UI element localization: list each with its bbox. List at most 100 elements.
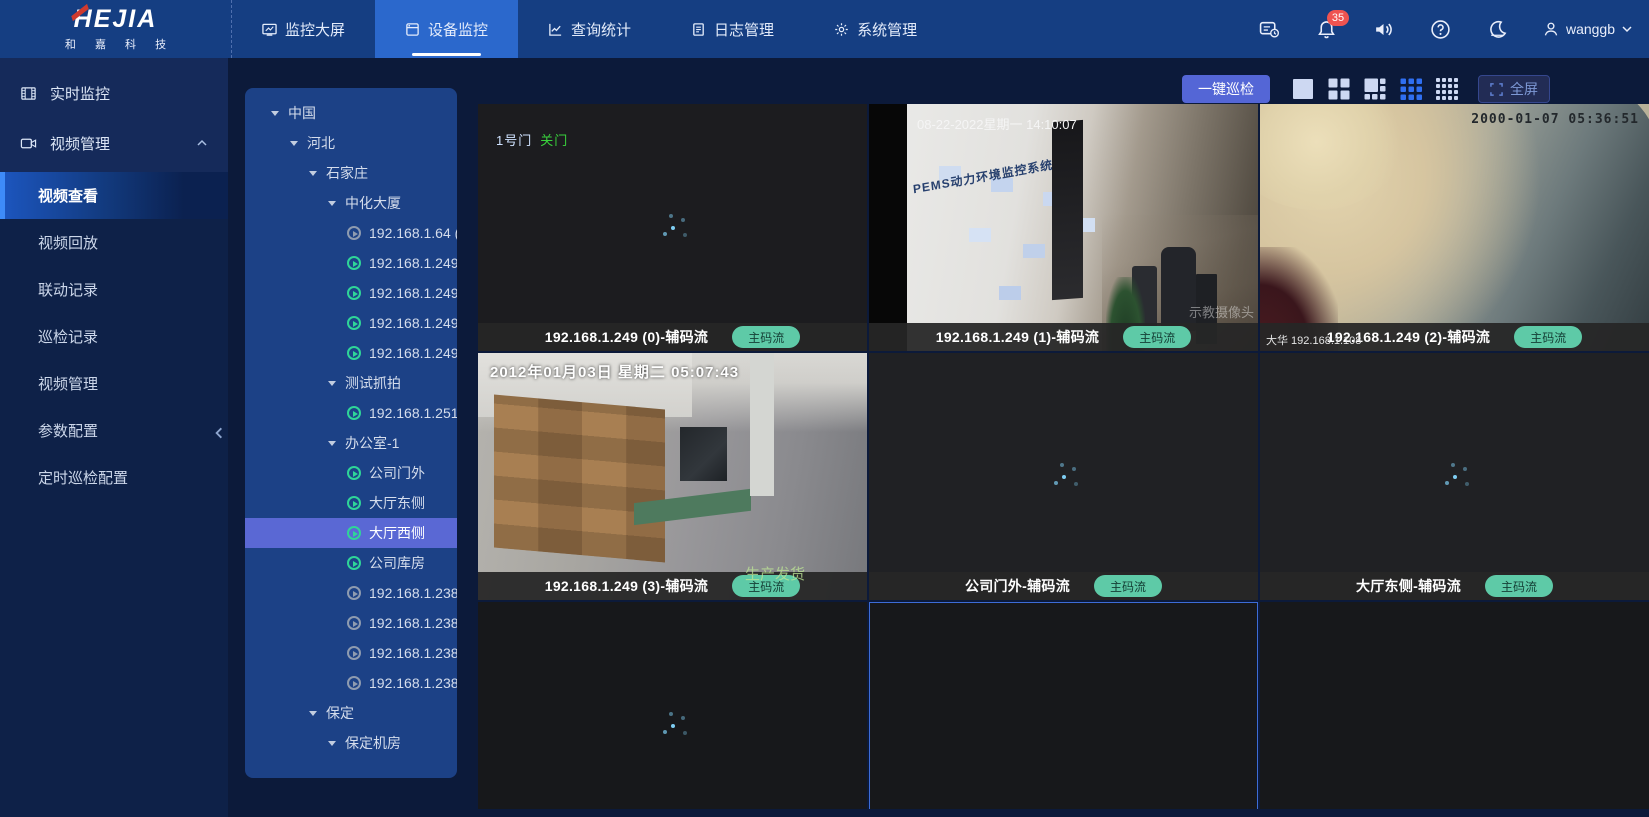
camera-play-icon [347,676,361,690]
tree-branch-node[interactable]: 河北 [245,128,457,158]
topbar-actions: 35 wanggb [1223,0,1649,58]
video-title: 192.168.1.249 (1)-辅码流 [936,327,1100,347]
camera-play-icon [347,346,361,360]
video-tile[interactable] [478,602,867,809]
tree-node-label: 192.168.1.238 (0) [369,585,457,601]
sidebar-subitem-6[interactable]: 视频管理 [0,360,228,407]
nav-item-1[interactable]: 设备监控 [375,0,518,58]
layout-4-button[interactable] [1327,77,1351,101]
sidebar-subitem-5[interactable]: 巡检记录 [0,313,228,360]
tree-branch-node[interactable]: 测试抓拍 [245,368,457,398]
brand-subtitle: 和 嘉 科 技 [57,36,174,52]
door-label: 1号门 [496,133,532,148]
layout-9-button[interactable] [1399,77,1423,101]
tree-node-label: 192.168.1.249 (0) [369,255,457,271]
bell-icon-button[interactable]: 35 [1316,19,1337,40]
caret-down-icon[interactable] [328,381,336,386]
sidebar-collapse-button[interactable] [212,426,226,445]
tree-branch-node[interactable]: 办公室-1 [245,428,457,458]
user-name: wanggb [1566,21,1615,37]
camera-watermark: 示教摄像头 [1189,302,1254,321]
nav-item-2[interactable]: 查询统计 [518,0,661,58]
camera-play-icon [347,466,361,480]
caret-down-icon[interactable] [328,201,336,206]
camera-play-icon [347,226,361,240]
video-tile[interactable]: 2012年01月03日 星期二 05:07:43生产发货192.168.1.24… [478,353,867,600]
loading-spinner [671,724,675,728]
tree-camera-node[interactable]: 192.168.1.238 (3) [245,668,457,698]
sidebar-subitem-2[interactable]: 视频查看 [0,172,228,219]
layout-1-button[interactable] [1291,77,1315,101]
tree-camera-node[interactable]: 大厅东侧 [245,488,457,518]
main-stream-button[interactable]: 主码流 [1485,575,1553,597]
tree-branch-node[interactable]: 中化大厦 [245,188,457,218]
main-stream-button[interactable]: 主码流 [732,326,800,348]
video-tile[interactable]: 08-22-2022星期一 14:10:07PEMS动力环境监控系统示教摄像头1… [869,104,1258,351]
caret-down-icon[interactable] [309,711,317,716]
tree-branch-node[interactable]: 中国 [245,98,457,128]
tree-node-label: 中化大厦 [345,193,401,213]
sidebar-subitem-8[interactable]: 定时巡检配置 [0,454,228,501]
video-tile[interactable] [869,602,1258,809]
nav-item-3[interactable]: 日志管理 [661,0,804,58]
video-tile[interactable]: 1号门关门192.168.1.249 (0)-辅码流主码流 [478,104,867,351]
tree-camera-node[interactable]: 192.168.1.64 (1) [245,218,457,248]
tree-camera-node[interactable]: 公司门外 [245,458,457,488]
camera-osd-text: 1号门关门 [496,130,568,149]
camera-timestamp: 08-22-2022星期一 14:10:07 [917,114,1077,133]
video-frame-shape [680,427,727,481]
sidebar-item-0[interactable]: 实时监控 [0,68,228,118]
tree-node-label: 大厅东侧 [369,493,425,513]
moon-icon-button[interactable] [1487,19,1508,40]
main-stream-button[interactable]: 主码流 [1123,326,1191,348]
sidebar-item-1[interactable]: 视频管理 [0,118,228,168]
fullscreen-button[interactable]: 全屏 [1478,75,1550,103]
caret-down-icon[interactable] [328,741,336,746]
video-tile[interactable]: 大厅东侧-辅码流主码流 [1260,353,1649,600]
caret-down-icon[interactable] [290,141,298,146]
tree-camera-node[interactable]: 192.168.1.249 (0) [245,248,457,278]
main-stream-button[interactable]: 主码流 [1094,575,1162,597]
top-bar: HEJIA 和 嘉 科 技 监控大屏设备监控查询统计日志管理系统管理 35wan… [0,0,1649,58]
layout-16-button[interactable] [1435,77,1459,101]
tree-camera-node[interactable]: 192.168.1.249 (2) [245,308,457,338]
tree-camera-node[interactable]: 192.168.1.251 (0) [245,398,457,428]
tree-camera-node[interactable]: 192.168.1.238 (2) [245,638,457,668]
camera-play-icon [347,616,361,630]
main-stream-button[interactable]: 主码流 [1514,326,1582,348]
tree-node-label: 大厅西侧 [369,523,425,543]
tree-node-label: 公司门外 [369,463,425,483]
sidebar-subitem-3[interactable]: 视频回放 [0,219,228,266]
tree-camera-node[interactable]: 大厅西侧 [245,518,457,548]
tree-branch-node[interactable]: 保定机房 [245,728,457,758]
caret-down-icon[interactable] [328,441,336,446]
chevron-up-icon [196,137,208,149]
help-icon-button[interactable] [1430,19,1451,40]
speaker-icon-button[interactable] [1373,19,1394,40]
caret-down-icon[interactable] [309,171,317,176]
one-key-patrol-button[interactable]: 一键巡检 [1182,75,1270,103]
tree-camera-node[interactable]: 192.168.1.249 (3) [245,338,457,368]
tree-branch-node[interactable]: 石家庄 [245,158,457,188]
video-tile[interactable]: 2000-01-07 05:36:51大华 192.168.1.108192.1… [1260,104,1649,351]
layout-6-button[interactable] [1363,77,1387,101]
nav-item-0[interactable]: 监控大屏 [232,0,375,58]
tree-camera-node[interactable]: 192.168.1.249 (1) [245,278,457,308]
nav-item-4[interactable]: 系统管理 [804,0,947,58]
tree-camera-node[interactable]: 192.168.1.238 (1) [245,608,457,638]
tree-node-label: 192.168.1.249 (2) [369,315,457,331]
sidebar-subitem-7[interactable]: 参数配置 [0,407,228,454]
camera-play-icon [347,256,361,270]
user-menu[interactable]: wanggb [1542,20,1633,38]
video-tile[interactable] [1260,602,1649,809]
video-tile[interactable]: 公司门外-辅码流主码流 [869,353,1258,600]
sidebar-subitem-label: 视频查看 [38,185,98,206]
tree-branch-node[interactable]: 保定 [245,698,457,728]
chevron-down-icon [1621,23,1633,35]
message-log-icon-button[interactable] [1259,19,1280,40]
caret-down-icon[interactable] [271,111,279,116]
sidebar-subitem-4[interactable]: 联动记录 [0,266,228,313]
tree-camera-node[interactable]: 192.168.1.238 (0) [245,578,457,608]
sidebar-subitem-label: 巡检记录 [38,326,98,347]
tree-camera-node[interactable]: 公司库房 [245,548,457,578]
